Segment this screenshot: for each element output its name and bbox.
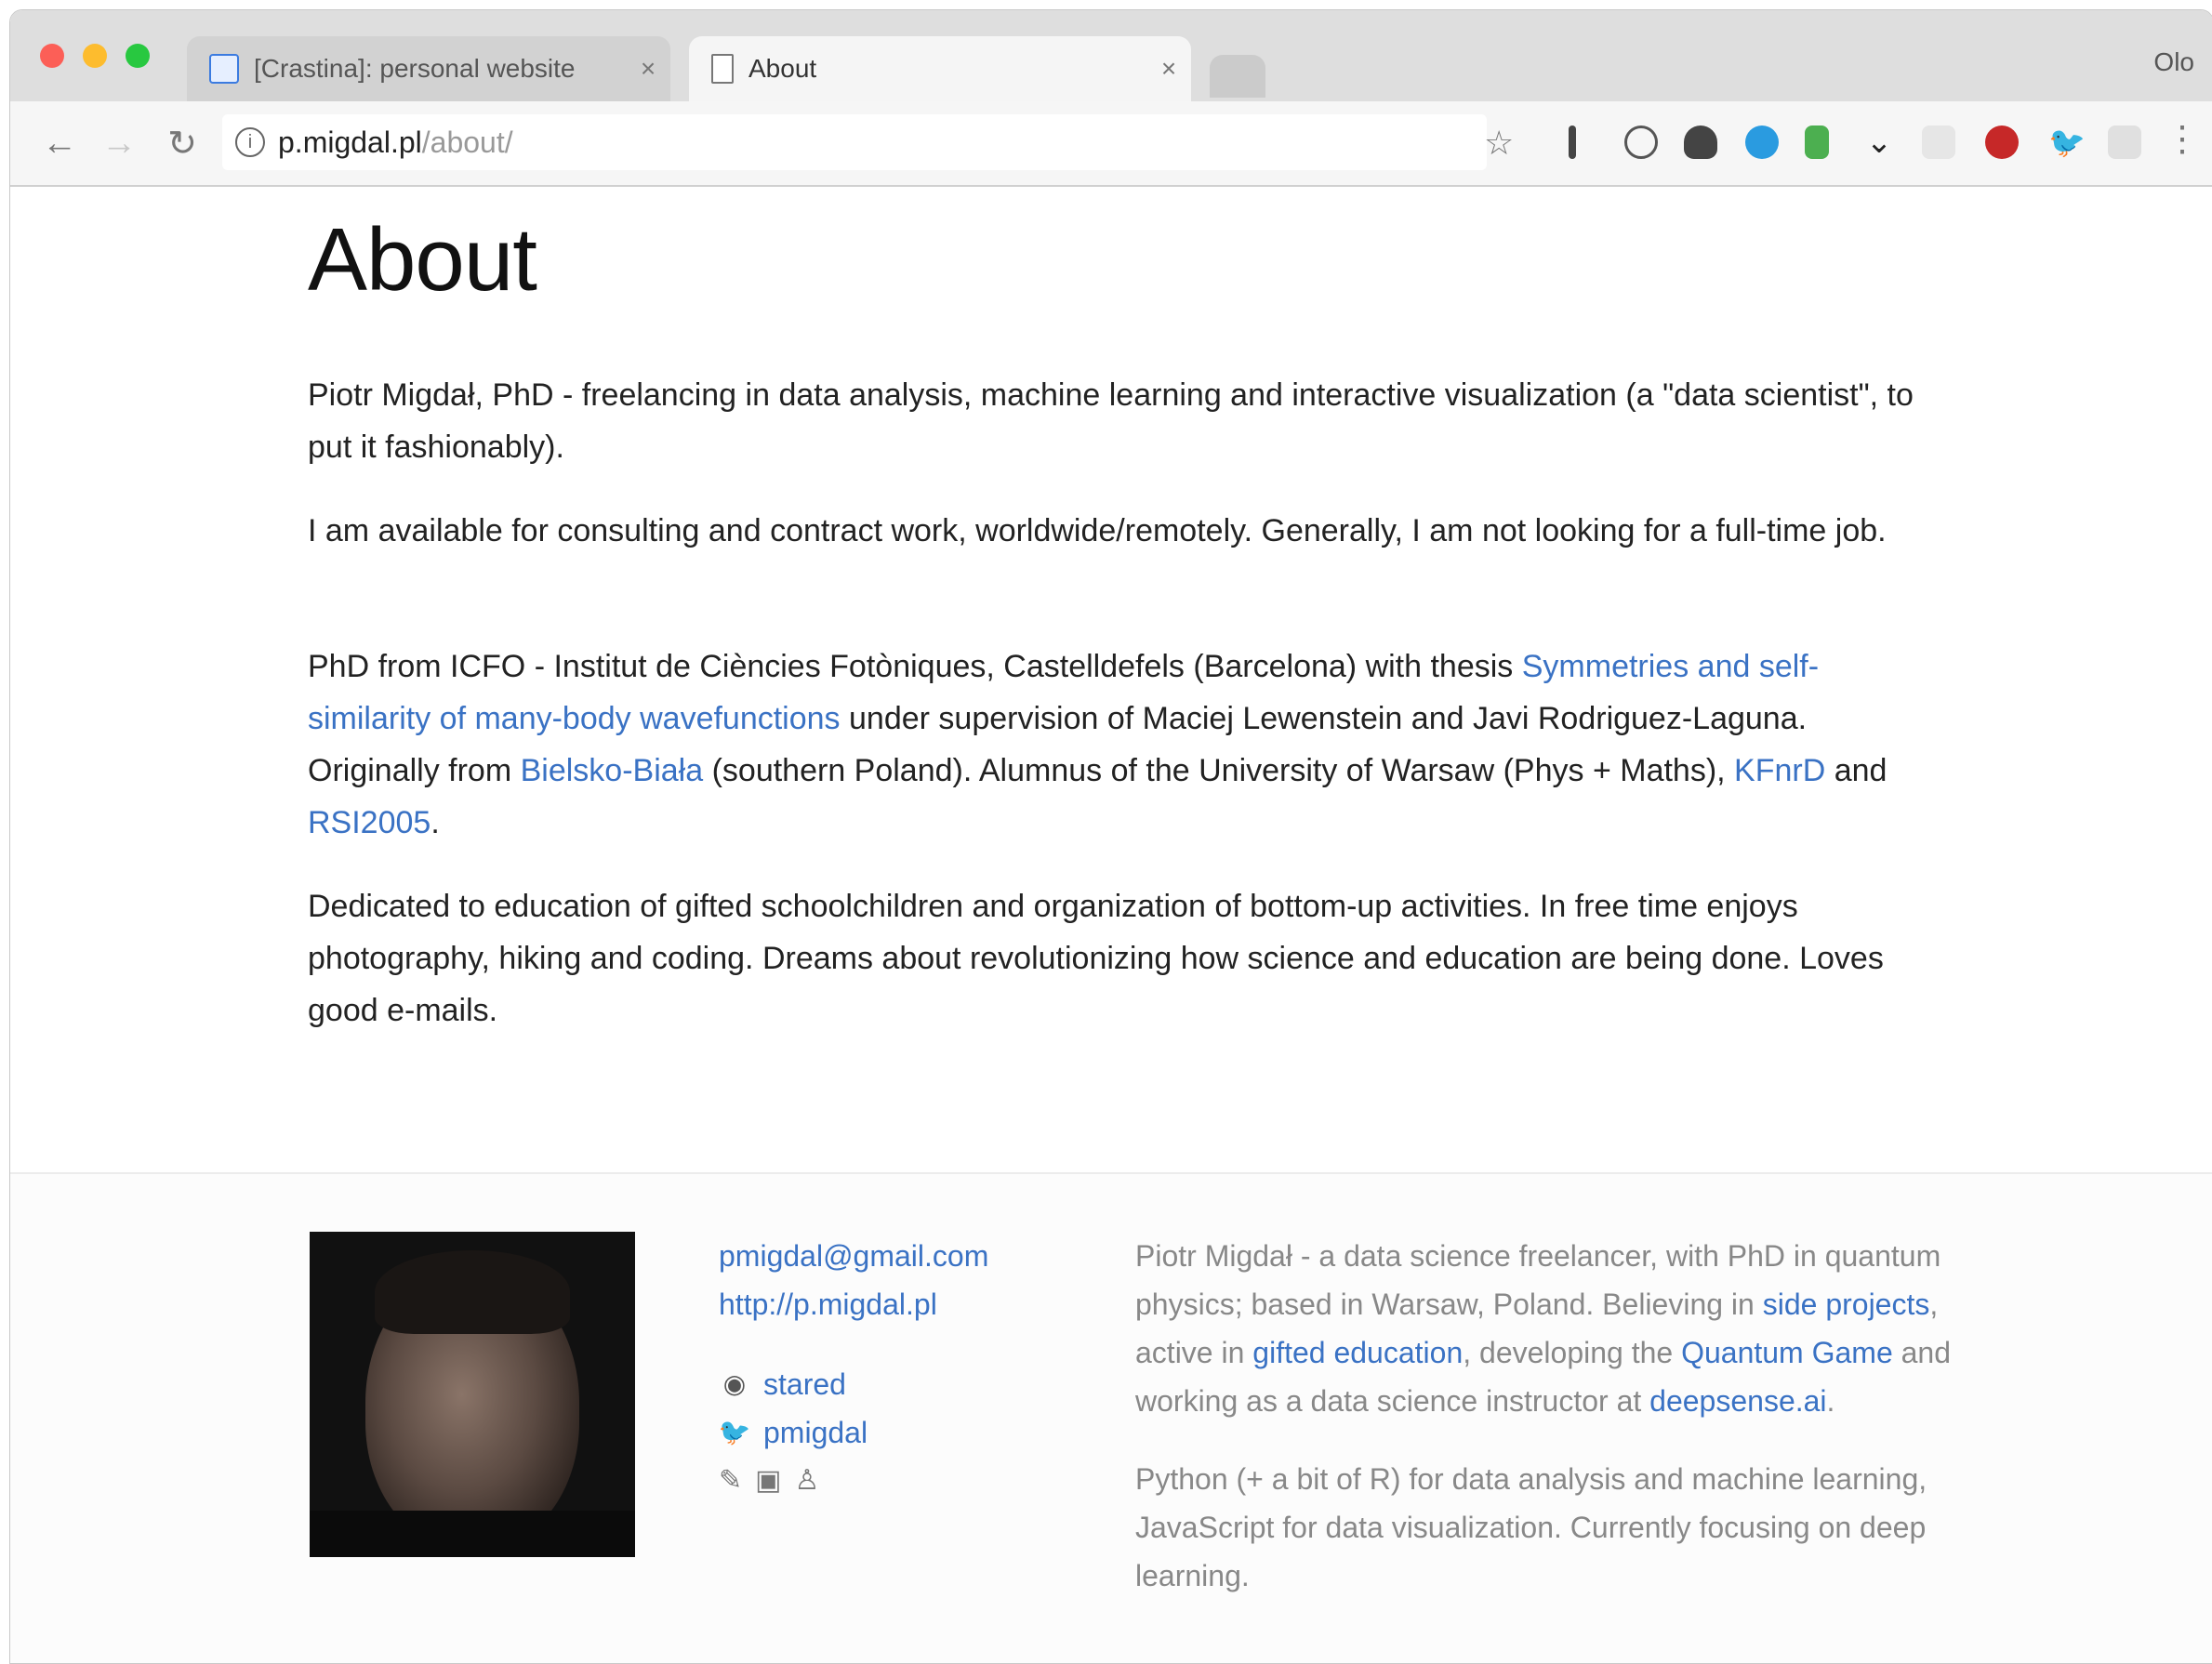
twitter-icon[interactable]: 🐦 xyxy=(2048,125,2086,159)
page-favicon-icon xyxy=(711,54,734,84)
page-content: About Piotr Migdał, PhD - freelancing in… xyxy=(10,187,2212,1663)
tab-title: About xyxy=(748,54,817,83)
maximize-window-button[interactable] xyxy=(126,44,150,68)
person-icon[interactable]: ♙ xyxy=(795,1457,820,1505)
twitter-icon: 🐦 xyxy=(718,1418,751,1446)
side-projects-link[interactable]: side projects xyxy=(1763,1288,1930,1321)
text: . xyxy=(430,805,440,840)
tab-bar: [Crastina]: personal website × About × O… xyxy=(10,10,2212,102)
email-link[interactable]: pmigdal@gmail.com xyxy=(719,1239,988,1273)
gifted-education-link[interactable]: gifted education xyxy=(1252,1336,1463,1369)
linkedin-icon[interactable]: ▣ xyxy=(755,1457,781,1505)
skills-paragraph: Python (+ a bit of R) for data analysis … xyxy=(1135,1462,1927,1592)
doc-favicon-icon xyxy=(209,54,239,84)
tab-about[interactable]: About × xyxy=(689,36,1191,101)
minimize-window-button[interactable] xyxy=(83,44,107,68)
back-arrow-icon[interactable]: ← xyxy=(36,120,83,166)
other-social-links: ✎ ▣ ♙ xyxy=(719,1457,1072,1505)
quantum-game-link[interactable]: Quantum Game xyxy=(1681,1336,1893,1369)
github-row: ◉ stared xyxy=(719,1360,1072,1408)
text: and xyxy=(1825,753,1887,788)
shirt-shape xyxy=(310,1511,635,1557)
rsi-link[interactable]: RSI2005 xyxy=(308,805,430,840)
profile-photo xyxy=(310,1232,635,1557)
education-paragraph: PhD from ICFO - Institut de Ciències Fot… xyxy=(308,641,1916,849)
extension-puzzle-icon[interactable] xyxy=(2108,125,2141,159)
new-tab-button[interactable] xyxy=(1210,55,1265,98)
profile-button[interactable]: Olo xyxy=(2153,47,2194,77)
forward-arrow-icon[interactable]: → xyxy=(96,120,142,166)
address-bar[interactable]: i p.migdal.pl/about/ xyxy=(222,114,1487,170)
info-icon[interactable]: i xyxy=(235,127,265,157)
menu-dots-icon[interactable]: ⋮ xyxy=(2165,118,2200,160)
close-icon[interactable]: × xyxy=(1146,54,1191,84)
browser-toolbar: ← → ↻ i p.migdal.pl/about/ ☆ ⌄ 🐦 ⋮ xyxy=(10,101,2212,187)
footer: pmigdal@gmail.com http://p.migdal.pl ◉ s… xyxy=(10,1174,2212,1663)
twitter-row: 🐦 pmigdal xyxy=(719,1408,1072,1457)
bio-block: Piotr Migdał - a data science freelancer… xyxy=(1135,1232,1954,1600)
extension-gray-icon[interactable] xyxy=(1922,125,1955,159)
website-link[interactable]: http://p.migdal.pl xyxy=(719,1288,937,1321)
twitter-link[interactable]: pmigdal xyxy=(763,1408,868,1457)
url-host: p.migdal.pl xyxy=(278,125,422,159)
close-icon[interactable]: × xyxy=(626,54,670,84)
bio-paragraph: Piotr Migdał - a data science freelancer… xyxy=(1135,1232,1954,1425)
tab-title: [Crastina]: personal website xyxy=(254,54,576,83)
kfnrd-link[interactable]: KFnrD xyxy=(1734,753,1825,788)
browser-window: [Crastina]: personal website × About × O… xyxy=(9,9,2212,1664)
bookmark-star-icon[interactable]: ☆ xyxy=(1484,124,1514,163)
lastpass-icon[interactable] xyxy=(1985,125,2019,159)
pen-icon[interactable]: ✎ xyxy=(719,1457,742,1505)
text: PhD from ICFO - Institut de Ciències Fot… xyxy=(308,649,1522,684)
evernote-icon[interactable] xyxy=(1684,125,1717,159)
contact-block: pmigdal@gmail.com http://p.migdal.pl ◉ s… xyxy=(719,1232,1072,1505)
city-link[interactable]: Bielsko-Biała xyxy=(521,753,704,788)
deepsense-link[interactable]: deepsense.ai xyxy=(1649,1384,1826,1418)
text: (southern Poland). Alumnus of the Univer… xyxy=(703,753,1735,788)
extension-green-icon[interactable] xyxy=(1805,125,1829,159)
page-title: About xyxy=(308,210,537,310)
dedication-paragraph: Dedicated to education of gifted schoolc… xyxy=(308,889,1884,1028)
text: . xyxy=(1826,1384,1835,1418)
github-link[interactable]: stared xyxy=(763,1360,846,1408)
tab-crastina[interactable]: [Crastina]: personal website × xyxy=(187,36,670,101)
close-window-button[interactable] xyxy=(40,44,64,68)
extension-bar-icon[interactable] xyxy=(1569,125,1576,159)
reload-icon[interactable]: ↻ xyxy=(159,120,205,166)
intro-paragraph: Piotr Migdał, PhD - freelancing in data … xyxy=(308,377,1914,465)
hair-shape xyxy=(375,1250,570,1334)
availability-paragraph: I am available for consulting and contra… xyxy=(308,513,1887,548)
url-path: /about/ xyxy=(421,125,513,159)
github-icon: ◉ xyxy=(722,1369,747,1398)
extension-circle-icon[interactable] xyxy=(1624,125,1658,159)
text: , developing the xyxy=(1463,1336,1682,1369)
extension-blue-icon[interactable] xyxy=(1745,125,1779,159)
pocket-icon[interactable]: ⌄ xyxy=(1862,125,1896,159)
